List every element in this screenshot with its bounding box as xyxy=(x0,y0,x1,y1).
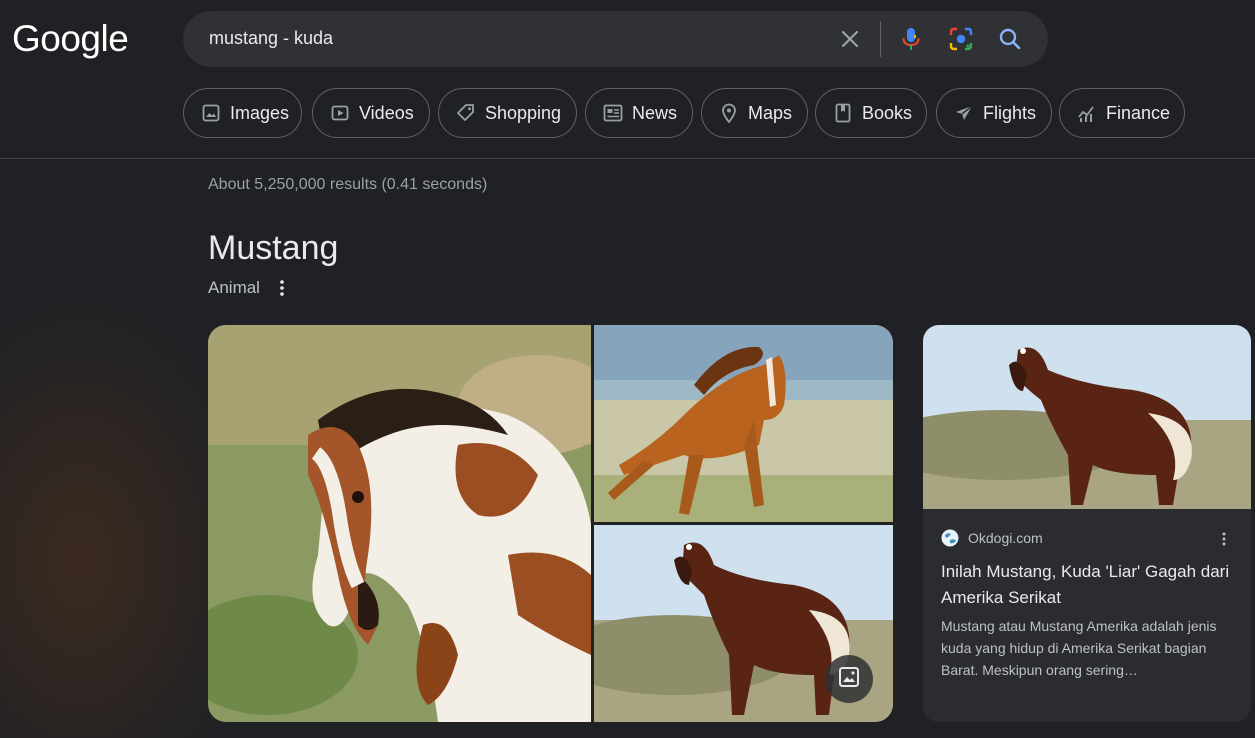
filter-shopping[interactable]: Shopping xyxy=(438,88,577,138)
filter-label: Videos xyxy=(359,102,414,123)
filter-finance[interactable]: Finance xyxy=(1059,88,1185,138)
filter-maps[interactable]: Maps xyxy=(701,88,808,138)
tag-icon xyxy=(455,102,477,124)
horse-image-galloping[interactable] xyxy=(594,325,893,522)
card-source[interactable]: Okdogi.com xyxy=(941,529,1043,547)
knowledge-panel-title[interactable]: Mustang xyxy=(208,229,338,268)
filter-flights[interactable]: Flights xyxy=(936,88,1052,138)
image-gallery xyxy=(208,325,893,722)
filter-label: Shopping xyxy=(485,102,562,123)
filter-label: Books xyxy=(862,102,913,123)
search-bar[interactable]: mustang - kuda xyxy=(183,11,1048,67)
result-card[interactable]: Okdogi.com Inilah Mustang, Kuda 'Liar' G… xyxy=(923,325,1251,722)
card-source-name: Okdogi.com xyxy=(968,530,1043,546)
mic-icon[interactable] xyxy=(897,25,925,53)
knowledge-panel-subtitle: Animal xyxy=(208,278,260,297)
pin-icon xyxy=(718,102,740,124)
filter-books[interactable]: Books xyxy=(815,88,927,138)
image-icon xyxy=(200,102,222,124)
card-horse-image[interactable] xyxy=(923,325,1251,509)
filter-label: Images xyxy=(230,102,290,123)
filter-label: Flights xyxy=(983,102,1037,123)
filter-label: News xyxy=(632,102,678,123)
card-more-options-icon[interactable] xyxy=(1215,529,1233,549)
book-icon xyxy=(832,102,854,124)
filter-images[interactable]: Images xyxy=(183,88,302,138)
plane-icon xyxy=(953,102,975,124)
lens-icon[interactable] xyxy=(947,25,975,53)
more-images-button[interactable] xyxy=(825,655,873,703)
chart-icon xyxy=(1076,102,1098,124)
horse-image-main[interactable] xyxy=(208,325,591,722)
card-title[interactable]: Inilah Mustang, Kuda 'Liar' Gagah dari A… xyxy=(941,559,1241,611)
more-options-icon[interactable] xyxy=(272,277,292,299)
filter-label: Maps xyxy=(748,102,793,123)
header-divider xyxy=(0,158,1255,159)
video-icon xyxy=(329,102,351,124)
search-icon[interactable] xyxy=(996,25,1024,53)
close-icon[interactable] xyxy=(836,25,864,53)
filter-videos[interactable]: Videos xyxy=(312,88,430,138)
result-stats: About 5,250,000 results (0.41 seconds) xyxy=(208,176,488,193)
search-divider xyxy=(880,21,881,57)
search-input[interactable]: mustang - kuda xyxy=(209,28,333,49)
filter-label: Finance xyxy=(1106,102,1171,123)
google-logo[interactable]: Google xyxy=(12,18,129,60)
news-icon xyxy=(602,102,624,124)
globe-icon xyxy=(941,529,959,547)
image-icon xyxy=(838,666,860,693)
card-snippet: Mustang atau Mustang Amerika adalah jeni… xyxy=(941,618,1217,678)
filter-news[interactable]: News xyxy=(585,88,693,138)
